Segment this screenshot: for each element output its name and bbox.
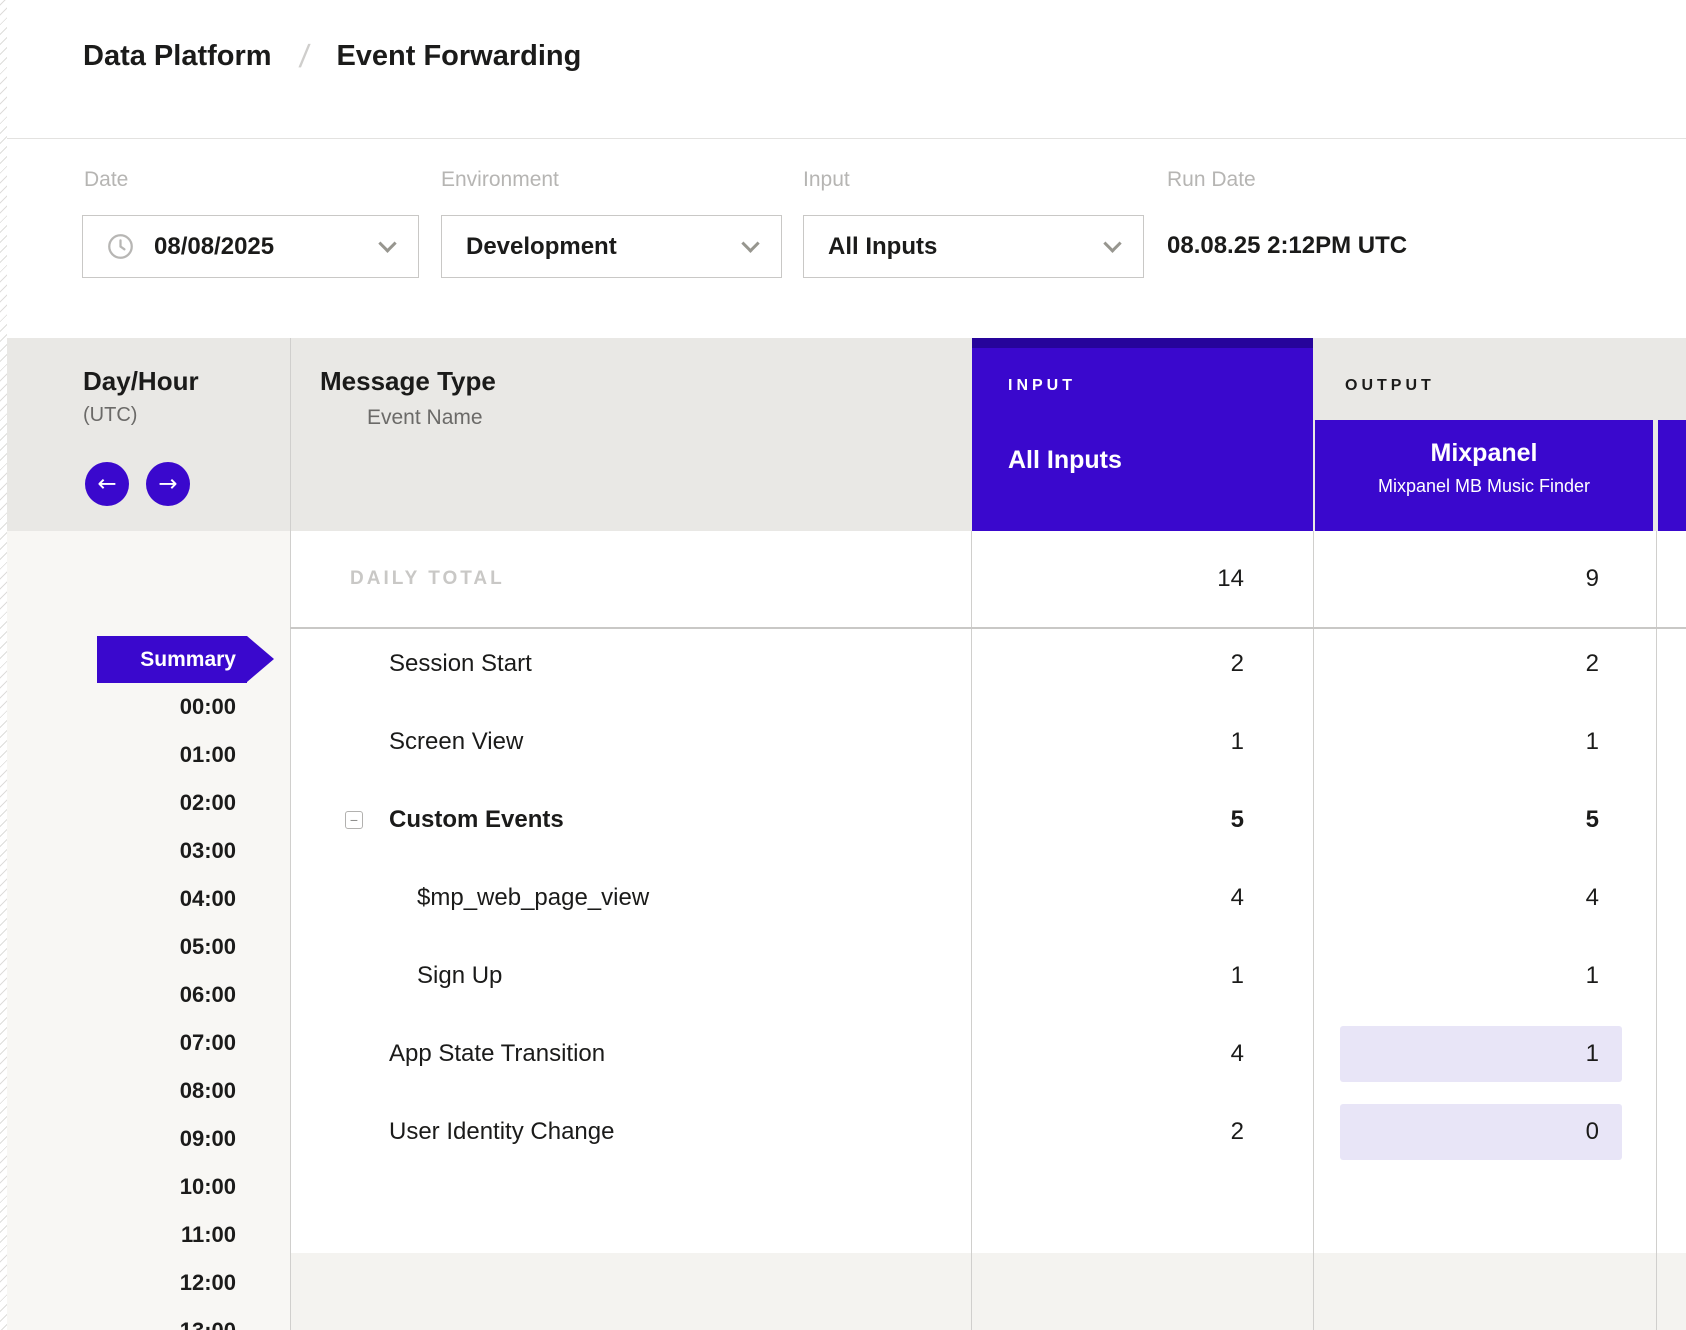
table-row-screen-view: Screen View 1 1 bbox=[290, 703, 1686, 781]
chevron-down-icon bbox=[378, 234, 396, 252]
output-group-label: OUTPUT bbox=[1345, 377, 1435, 395]
input-value: All Inputs bbox=[828, 233, 937, 261]
input-count: 2 bbox=[971, 1093, 1244, 1171]
breadcrumb: Data Platform / Event Forwarding bbox=[83, 38, 581, 75]
daily-total-row: DAILY TOTAL 14 9 bbox=[290, 531, 1686, 627]
input-count: 4 bbox=[971, 859, 1244, 937]
input-group-label: INPUT bbox=[1008, 377, 1076, 395]
hour-slot-00[interactable]: 00:00 bbox=[0, 683, 236, 731]
output-count: 4 bbox=[1313, 859, 1599, 937]
date-value: 08/08/2025 bbox=[154, 233, 274, 261]
hour-slot-10[interactable]: 10:00 bbox=[0, 1163, 236, 1211]
table-row-session-start: Session Start 2 2 bbox=[290, 625, 1686, 703]
output-count: 1 bbox=[1313, 1015, 1599, 1093]
input-count: 5 bbox=[971, 781, 1244, 859]
output-column-subtitle: Mixpanel MB Music Finder bbox=[1315, 476, 1653, 497]
row-label: $mp_web_page_view bbox=[417, 859, 649, 937]
hour-slot-04[interactable]: 04:00 bbox=[0, 875, 236, 923]
output-count: 0 bbox=[1313, 1093, 1599, 1171]
chevron-down-icon bbox=[1103, 234, 1121, 252]
summary-tab[interactable]: Summary bbox=[97, 636, 247, 683]
output-column-header-next[interactable] bbox=[1658, 420, 1686, 531]
daily-total-input-count: 14 bbox=[971, 531, 1244, 627]
environment-label: Environment bbox=[441, 168, 559, 192]
input-count: 4 bbox=[971, 1015, 1244, 1093]
input-count: 2 bbox=[971, 625, 1244, 703]
breadcrumb-separator: / bbox=[297, 38, 311, 75]
row-label: Custom Events bbox=[389, 781, 564, 859]
run-date-value: 08.08.25 2:12PM UTC bbox=[1167, 232, 1407, 260]
arrow-left-icon: ← bbox=[97, 471, 116, 497]
output-count: 1 bbox=[1313, 703, 1599, 781]
hour-slot-11[interactable]: 11:00 bbox=[0, 1211, 236, 1259]
page-title: Event Forwarding bbox=[336, 40, 581, 73]
environment-select[interactable]: Development bbox=[441, 215, 782, 278]
hour-slot-06[interactable]: 06:00 bbox=[0, 971, 236, 1019]
hour-slot-13[interactable]: 13:00 bbox=[0, 1307, 236, 1330]
collapse-toggle-icon[interactable]: − bbox=[345, 811, 363, 829]
hour-slot-03[interactable]: 03:00 bbox=[0, 827, 236, 875]
chevron-down-icon bbox=[741, 234, 759, 252]
breadcrumb-section[interactable]: Data Platform bbox=[83, 40, 272, 73]
input-column-header[interactable]: INPUT All Inputs bbox=[972, 338, 1313, 531]
hour-slot-02[interactable]: 02:00 bbox=[0, 779, 236, 827]
hour-slot-08[interactable]: 08:00 bbox=[0, 1067, 236, 1115]
input-column-name: All Inputs bbox=[1008, 446, 1122, 475]
page-header: Data Platform / Event Forwarding bbox=[7, 0, 1686, 139]
event-forwarding-page: Data Platform / Event Forwarding Date En… bbox=[0, 0, 1686, 1330]
row-label: App State Transition bbox=[389, 1015, 605, 1093]
date-label: Date bbox=[84, 168, 128, 192]
input-select[interactable]: All Inputs bbox=[803, 215, 1144, 278]
output-column-header-mixpanel[interactable]: Mixpanel Mixpanel MB Music Finder bbox=[1315, 420, 1653, 531]
table-row-mp-web-page-view: $mp_web_page_view 4 4 bbox=[290, 859, 1686, 937]
hour-slot-07[interactable]: 07:00 bbox=[0, 1019, 236, 1067]
hour-slot-12[interactable]: 12:00 bbox=[0, 1259, 236, 1307]
output-column-name: Mixpanel bbox=[1315, 439, 1653, 468]
hour-slot-01[interactable]: 01:00 bbox=[0, 731, 236, 779]
output-count: 2 bbox=[1313, 625, 1599, 703]
daily-total-label: DAILY TOTAL bbox=[350, 531, 505, 627]
run-date-label: Run Date bbox=[1167, 168, 1256, 192]
environment-value: Development bbox=[466, 233, 617, 261]
input-label: Input bbox=[803, 168, 850, 192]
torn-page-edge bbox=[0, 0, 7, 1330]
hour-slot-09[interactable]: 09:00 bbox=[0, 1115, 236, 1163]
row-label: Session Start bbox=[389, 625, 532, 703]
day-hour-subtitle: (UTC) bbox=[83, 404, 137, 427]
hour-slot-05[interactable]: 05:00 bbox=[0, 923, 236, 971]
output-count: 1 bbox=[1313, 937, 1599, 1015]
date-select[interactable]: 08/08/2025 bbox=[82, 215, 419, 278]
grid-footer-background bbox=[290, 1253, 1686, 1330]
input-count: 1 bbox=[971, 937, 1244, 1015]
message-type-subtitle: Event Name bbox=[367, 406, 483, 430]
summary-tab-label: Summary bbox=[140, 648, 236, 672]
output-count: 5 bbox=[1313, 781, 1599, 859]
row-label: Screen View bbox=[389, 703, 523, 781]
next-day-button[interactable]: → bbox=[146, 462, 190, 506]
input-column-accent-strip bbox=[972, 338, 1313, 348]
input-count: 1 bbox=[971, 703, 1244, 781]
table-row-app-state-transition: App State Transition 4 1 bbox=[290, 1015, 1686, 1093]
arrow-right-icon: → bbox=[158, 471, 177, 497]
row-label: Sign Up bbox=[417, 937, 502, 1015]
table-row-user-identity-change: User Identity Change 2 0 bbox=[290, 1093, 1686, 1171]
table-row-custom-events: − Custom Events 5 5 bbox=[290, 781, 1686, 859]
row-label: User Identity Change bbox=[389, 1093, 614, 1171]
day-hour-title: Day/Hour bbox=[83, 366, 199, 397]
message-type-title: Message Type bbox=[320, 366, 496, 397]
prev-day-button[interactable]: ← bbox=[85, 462, 129, 506]
clock-icon bbox=[107, 233, 134, 260]
table-row-sign-up: Sign Up 1 1 bbox=[290, 937, 1686, 1015]
daily-total-output-count: 9 bbox=[1313, 531, 1599, 627]
